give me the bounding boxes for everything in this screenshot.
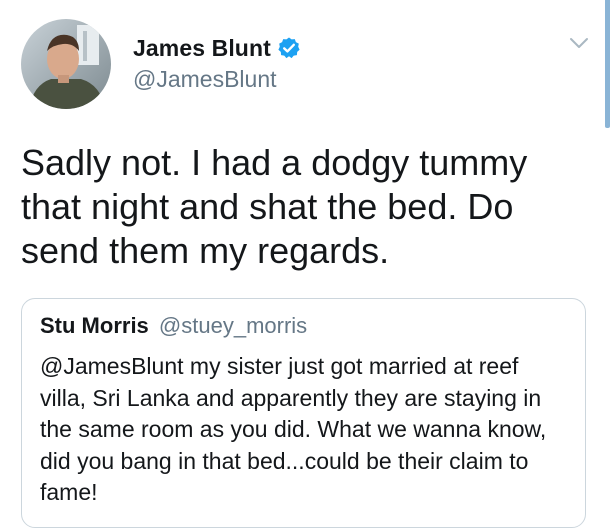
avatar[interactable] [21, 19, 111, 109]
profile-photo-icon [21, 19, 111, 109]
chevron-down-icon[interactable] [567, 34, 591, 52]
author-handle[interactable]: @JamesBlunt [133, 66, 301, 93]
author-name[interactable]: James Blunt [133, 35, 271, 62]
quoted-author-name: Stu Morris [40, 313, 149, 338]
tweet-text: Sadly not. I had a dodgy tummy that nigh… [21, 142, 528, 271]
verified-badge-icon [278, 37, 300, 59]
quoted-tweet-header: Stu Morris @stuey_morris [40, 313, 307, 339]
quoted-author-handle: @stuey_morris [158, 313, 308, 338]
author-row: James Blunt [133, 30, 301, 66]
quoted-tweet-text: @JamesBlunt my sister just got married a… [40, 353, 547, 505]
quoted-tweet-card[interactable]: Stu Morris @stuey_morris @JamesBlunt my … [21, 298, 586, 528]
tweet-header: James Blunt @JamesBlunt [133, 30, 301, 93]
scroll-indicator[interactable] [605, 0, 610, 128]
